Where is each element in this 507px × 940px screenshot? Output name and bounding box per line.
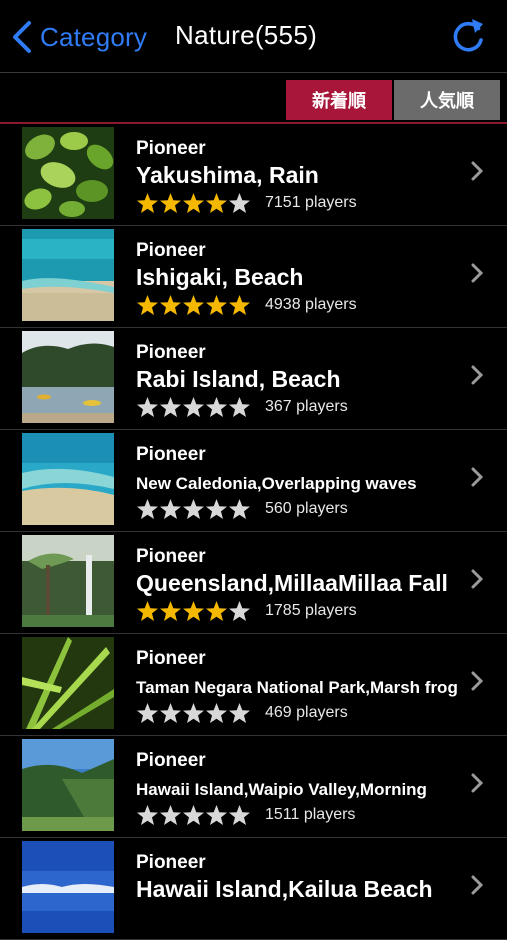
- star-empty-icon: [137, 397, 158, 417]
- thumbnail: [22, 127, 114, 219]
- list-item[interactable]: Pioneer Ishigaki, Beach 4938 players: [0, 226, 507, 328]
- thumbnail: [22, 433, 114, 525]
- list-item[interactable]: Pioneer Queensland,MillaaMillaa Fall 178…: [0, 532, 507, 634]
- star-empty-icon: [160, 703, 181, 723]
- star-rating: [136, 498, 251, 520]
- item-genre: Pioneer: [136, 648, 206, 669]
- star-filled-icon: [206, 601, 227, 621]
- thumbnail: [22, 739, 114, 831]
- player-count: 560 players: [265, 500, 348, 517]
- star-empty-icon: [229, 193, 250, 213]
- item-title: New Caledonia,Overlapping waves: [136, 474, 417, 493]
- star-empty-icon: [206, 805, 227, 825]
- tab-newest[interactable]: 新着順: [286, 80, 392, 120]
- star-empty-icon: [206, 397, 227, 417]
- star-filled-icon: [206, 193, 227, 213]
- star-filled-icon: [229, 295, 250, 315]
- star-filled-icon: [137, 193, 158, 213]
- page-title: Nature(555): [175, 20, 318, 50]
- star-empty-icon: [137, 805, 158, 825]
- star-filled-icon: [137, 601, 158, 621]
- star-empty-icon: [183, 703, 204, 723]
- star-rating: [136, 804, 251, 826]
- item-genre: Pioneer: [136, 240, 206, 261]
- chevron-right-icon: [471, 365, 484, 385]
- star-empty-icon: [206, 703, 227, 723]
- item-genre: Pioneer: [136, 750, 206, 771]
- refresh-icon[interactable]: [448, 16, 488, 56]
- item-genre: Pioneer: [136, 342, 206, 363]
- star-empty-icon: [137, 499, 158, 519]
- list-item[interactable]: Pioneer Hawaii Island,Kailua Beach: [0, 838, 507, 940]
- star-rating: [136, 192, 251, 214]
- star-filled-icon: [160, 295, 181, 315]
- star-empty-icon: [183, 805, 204, 825]
- list-item[interactable]: Pioneer New Caledonia,Overlapping waves …: [0, 430, 507, 532]
- chevron-right-icon: [471, 467, 484, 487]
- item-title: Hawaii Island,Waipio Valley,Morning: [136, 780, 427, 799]
- item-title: Taman Negara National Park,Marsh frog: [136, 678, 458, 697]
- chevron-right-icon: [471, 671, 484, 691]
- star-empty-icon: [160, 397, 181, 417]
- star-empty-icon: [160, 499, 181, 519]
- item-genre: Pioneer: [136, 444, 206, 465]
- thumbnail: [22, 535, 114, 627]
- star-empty-icon: [229, 397, 250, 417]
- star-rating: [136, 702, 251, 724]
- thumbnail: [22, 637, 114, 729]
- star-filled-icon: [160, 193, 181, 213]
- star-empty-icon: [229, 805, 250, 825]
- star-rating: [136, 600, 251, 622]
- thumbnail: [22, 841, 114, 933]
- list-item[interactable]: Pioneer Rabi Island, Beach 367 players: [0, 328, 507, 430]
- star-filled-icon: [206, 295, 227, 315]
- course-list: Pioneer Yakushima, Rain 7151 players Pio…: [0, 124, 507, 940]
- item-genre: Pioneer: [136, 852, 206, 873]
- nav-bar: Category Nature(555): [0, 0, 507, 73]
- item-title: Ishigaki, Beach: [136, 264, 304, 290]
- player-count: 4938 players: [265, 296, 357, 313]
- chevron-right-icon: [471, 875, 484, 895]
- player-count: 7151 players: [265, 194, 357, 211]
- star-empty-icon: [229, 703, 250, 723]
- item-genre: Pioneer: [136, 138, 206, 159]
- sort-bar: 新着順 人気順: [0, 80, 507, 124]
- thumbnail: [22, 331, 114, 423]
- chevron-left-icon: [13, 21, 31, 53]
- item-title: Rabi Island, Beach: [136, 366, 341, 392]
- player-count: 367 players: [265, 398, 348, 415]
- star-rating: [136, 396, 251, 418]
- thumbnail: [22, 229, 114, 321]
- item-genre: Pioneer: [136, 546, 206, 567]
- back-button[interactable]: Category: [10, 18, 147, 56]
- chevron-right-icon: [471, 161, 484, 181]
- back-button-label: Category: [40, 21, 148, 52]
- tab-popular[interactable]: 人気順: [394, 80, 500, 120]
- item-title: Yakushima, Rain: [136, 162, 319, 188]
- star-empty-icon: [137, 703, 158, 723]
- item-title: Queensland,MillaaMillaa Fall: [136, 570, 448, 596]
- star-filled-icon: [183, 295, 204, 315]
- player-count: 1511 players: [265, 806, 356, 823]
- star-empty-icon: [183, 499, 204, 519]
- star-filled-icon: [137, 295, 158, 315]
- star-filled-icon: [160, 601, 181, 621]
- player-count: 1785 players: [265, 602, 357, 619]
- star-empty-icon: [206, 499, 227, 519]
- star-empty-icon: [229, 499, 250, 519]
- list-item[interactable]: Pioneer Hawaii Island,Waipio Valley,Morn…: [0, 736, 507, 838]
- player-count: 469 players: [265, 704, 348, 721]
- list-item[interactable]: Pioneer Yakushima, Rain 7151 players: [0, 124, 507, 226]
- star-empty-icon: [183, 397, 204, 417]
- star-filled-icon: [183, 193, 204, 213]
- list-item[interactable]: Pioneer Taman Negara National Park,Marsh…: [0, 634, 507, 736]
- star-empty-icon: [229, 601, 250, 621]
- star-rating: [136, 294, 251, 316]
- star-filled-icon: [183, 601, 204, 621]
- item-title: Hawaii Island,Kailua Beach: [136, 876, 433, 902]
- star-empty-icon: [160, 805, 181, 825]
- chevron-right-icon: [471, 773, 484, 793]
- chevron-right-icon: [471, 263, 484, 283]
- chevron-right-icon: [471, 569, 484, 589]
